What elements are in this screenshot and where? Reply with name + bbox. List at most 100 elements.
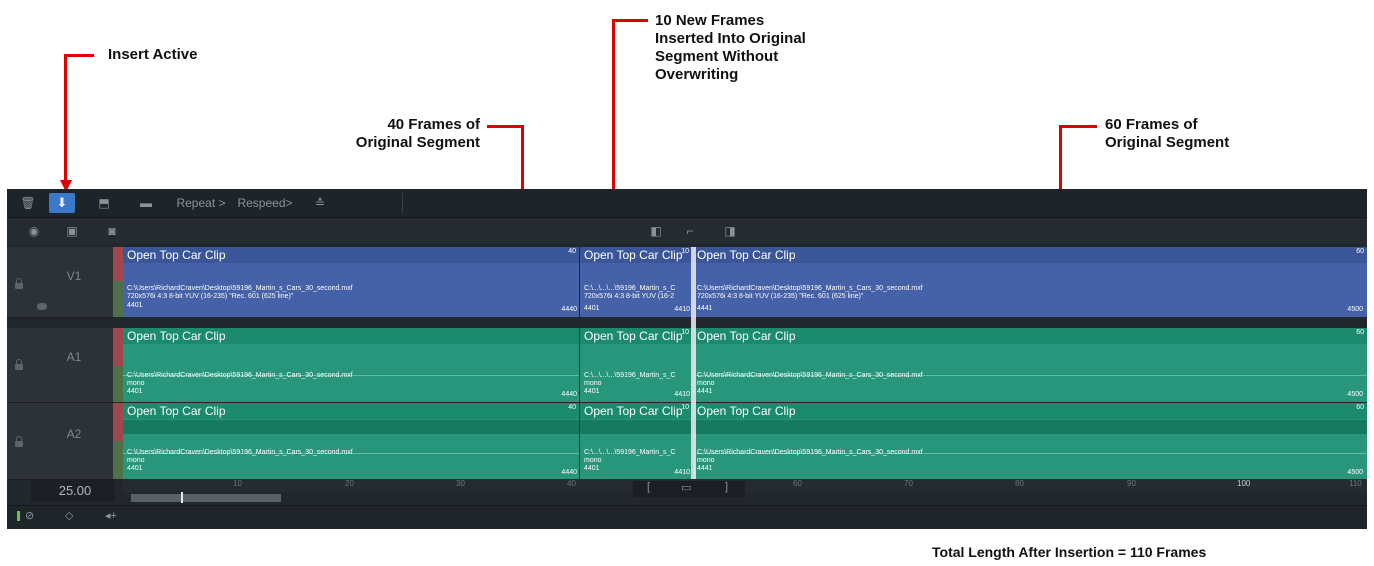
lock-icon[interactable]	[15, 359, 23, 370]
clip-channel: mono	[584, 380, 602, 387]
ruler[interactable]: 10 20 30 40 60 70 80 90 100 110	[123, 479, 1367, 493]
annotation-line-right	[1059, 125, 1097, 128]
clip-title: Open Top Car Clip	[693, 247, 1367, 263]
repeat-button[interactable]: Repeat >	[171, 193, 231, 213]
a1-strip	[113, 328, 123, 366]
clip-path: C:\Users\RichardCraven\Desktop\59196_Mar…	[697, 285, 923, 292]
clip-band	[123, 420, 579, 434]
clip-path: C:\Users\RichardCraven\Desktop\59196_Mar…	[127, 285, 353, 292]
annotation-total-length: Total Length After Insertion = 110 Frame…	[932, 544, 1207, 560]
toolbar-divider	[402, 193, 403, 213]
clip-title: Open Top Car Clip	[580, 328, 692, 344]
clip-audio2-left[interactable]: Open Top Car Clip 40 C:\Users\RichardCra…	[123, 403, 579, 479]
mark-in-icon[interactable]: [	[647, 481, 650, 493]
clip-title: Open Top Car Clip	[123, 247, 579, 263]
clip-start: 4401	[584, 305, 600, 312]
clip-audio1-right[interactable]: Open Top Car Clip 60 C:\Users\RichardCra…	[693, 328, 1367, 402]
merge-icon[interactable]: ≛	[307, 193, 333, 213]
comment-icon[interactable]	[37, 303, 47, 310]
track-label-a1: A1	[66, 350, 82, 364]
clip-title: Open Top Car Clip	[123, 328, 579, 344]
clip-path: C:\Users\RichardCraven\Desktop\59196_Mar…	[697, 372, 923, 379]
annotation-line-middle	[612, 19, 648, 22]
track-label-v1: V1	[66, 269, 82, 283]
ruler-tick: 110	[1349, 479, 1362, 488]
insert-icon[interactable]: ⬇	[49, 193, 75, 213]
clip-count: 60	[1356, 404, 1364, 411]
trim-right-icon[interactable]: ◨	[717, 221, 743, 241]
clip-format: 720x576i 4:3 8-bit YUV (16-235) "Rec. 60…	[127, 293, 294, 300]
clip-channel: mono	[127, 380, 145, 387]
lock-icon[interactable]	[15, 278, 23, 289]
camera-icon[interactable]: ▬	[133, 193, 159, 213]
clip-video-right[interactable]: Open Top Car Clip 60 C:\Users\RichardCra…	[693, 247, 1367, 317]
speaker-icon[interactable]: ◂+	[105, 509, 117, 522]
track-header-a2[interactable]: A2	[7, 403, 115, 480]
clip-audio1-left[interactable]: Open Top Car Clip C:\Users\RichardCraven…	[123, 328, 579, 402]
clip-path: C:\...\...\...\59196_Martin_s_C	[584, 449, 676, 456]
annotation-new-frames: 10 New Frames Inserted Into Original Seg…	[655, 12, 806, 83]
clip-path: C:\Users\RichardCraven\Desktop\59196_Mar…	[127, 372, 353, 379]
clip-band	[580, 420, 692, 434]
clip-audio2-right[interactable]: Open Top Car Clip 60 C:\Users\RichardCra…	[693, 403, 1367, 479]
clip-title: Open Top Car Clip	[693, 403, 1367, 419]
lock-icon[interactable]	[15, 436, 23, 447]
overwrite-icon[interactable]: ⬒	[91, 193, 117, 213]
ruler-tick: 70	[904, 479, 913, 488]
clip-count: 10	[681, 404, 689, 411]
clip-format: 720x576i 4:3 8-bit YUV (16-2	[584, 293, 675, 300]
ruler-tick: 100	[1237, 479, 1251, 488]
annotation-line-left	[487, 125, 524, 128]
hide-icon[interactable]: ⊘	[25, 509, 34, 522]
clip-channel: mono	[697, 380, 715, 387]
clip-channel: mono	[584, 457, 602, 464]
clip-start: 4401	[127, 388, 143, 395]
clip-count: 60	[1356, 329, 1364, 336]
clip-path: C:\...\...\...\59196_Martin_s_C	[584, 285, 676, 292]
track-header-a1[interactable]: A1	[7, 328, 115, 403]
trash-icon[interactable]: 🗑	[15, 193, 41, 213]
respeed-button[interactable]: Respeed>	[233, 193, 297, 213]
clip-audio1-middle[interactable]: Open Top Car Clip 10 C:\...\...\...\5919…	[580, 328, 692, 402]
clip-end: 4410	[674, 391, 690, 398]
marker-icon[interactable]: ◇	[65, 509, 73, 522]
clip-count: 60	[1356, 248, 1364, 255]
clip-video-middle[interactable]: Open Top Car Clip 10 C:\...\...\...\5919…	[580, 247, 692, 317]
snapshot-icon[interactable]: ◙	[99, 221, 125, 241]
monitor-icon[interactable]: ▣	[59, 221, 85, 241]
ruler-tick: 80	[1015, 479, 1024, 488]
track-header-v1[interactable]: V1	[7, 247, 115, 318]
clip-path: C:\...\...\...\59196_Martin_s_C	[584, 372, 676, 379]
mark-out-icon[interactable]: ]	[725, 481, 728, 493]
trim-mid-icon[interactable]: ⌐	[677, 221, 703, 241]
zoom-scrollbar[interactable]	[131, 494, 281, 502]
clip-title: Open Top Car Clip	[693, 328, 1367, 344]
clip-end: 4410	[674, 469, 690, 476]
v1-strip-b	[113, 281, 123, 317]
annotation-line-insert	[64, 54, 94, 57]
clip-end: 4440	[561, 469, 577, 476]
track-label-a2: A2	[66, 427, 82, 441]
clip-start: 4401	[127, 465, 143, 472]
playhead[interactable]	[691, 247, 696, 481]
trim-left-icon[interactable]: ◧	[643, 221, 669, 241]
clip-start: 4441	[697, 305, 713, 312]
clip-end: 4500	[1347, 306, 1363, 313]
frame-rate: 25.00	[58, 483, 92, 498]
v1-strip	[113, 247, 123, 281]
clip-band	[693, 420, 1367, 434]
zoom-handle[interactable]	[181, 492, 183, 503]
clip-end: 4500	[1347, 469, 1363, 476]
mark-clip-icon[interactable]: ▭	[681, 481, 691, 494]
clip-start: 4441	[697, 388, 713, 395]
clip-video-left[interactable]: Open Top Car Clip 40 C:\Users\RichardCra…	[123, 247, 579, 317]
clip-title: Open Top Car Clip	[580, 247, 692, 263]
a2-strip-b	[113, 441, 123, 479]
annotation-right-segment: 60 Frames of Original Segment	[1105, 116, 1230, 151]
eye-icon[interactable]: ◉	[21, 221, 47, 241]
annotation-left-segment: 40 Frames of Original Segment	[355, 116, 480, 151]
clip-audio2-middle[interactable]: Open Top Car Clip 10 C:\...\...\...\5919…	[580, 403, 692, 479]
ruler-tick: 20	[345, 479, 354, 488]
clip-start: 4401	[584, 388, 600, 395]
a1-strip-b	[113, 366, 123, 402]
